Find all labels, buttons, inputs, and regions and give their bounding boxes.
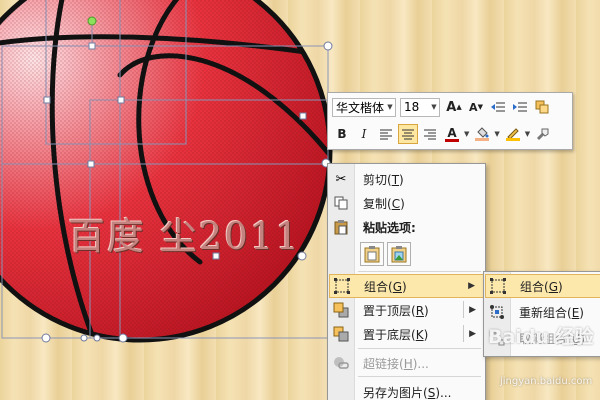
menu-item-ellipsis: ... (417, 356, 429, 371)
align-left-icon[interactable] (376, 124, 396, 144)
grow-font-icon[interactable]: A ▲ (444, 97, 464, 117)
chevron-down-icon[interactable]: ▼ (464, 130, 469, 138)
format-painter-icon[interactable] (533, 124, 553, 144)
menu-item-label: 超链接 (363, 356, 400, 371)
menu-item-label: 置于底层 (363, 327, 412, 342)
resize-handle (88, 42, 96, 50)
font-size-combo[interactable]: 18 ▼ (400, 97, 440, 117)
italic-button[interactable]: I (354, 124, 374, 144)
resize-handle (87, 160, 95, 168)
menu-accelerator: R (415, 303, 425, 318)
bold-button[interactable]: B (332, 124, 352, 144)
resize-handle (117, 96, 125, 104)
menu-accelerator: G (548, 279, 559, 294)
font-color-button[interactable]: A (442, 124, 462, 144)
resize-handle (118, 333, 128, 343)
font-size-value: 18 (404, 100, 420, 114)
slide-canvas[interactable]: 百度 尘2011 华文楷体 ▼ 18 ▼ A ▲ A ▼ B I A ▼ ▼ ▼… (0, 0, 600, 400)
resize-handle (43, 96, 51, 104)
outline-pen-icon[interactable] (503, 124, 523, 144)
mini-toolbar: 华文楷体 ▼ 18 ▼ A ▲ A ▼ B I A ▼ ▼ ▼ (327, 92, 573, 150)
decrease-indent-icon[interactable] (488, 97, 508, 117)
regroup-icon (485, 301, 509, 323)
font-color-label: A (447, 125, 457, 140)
chevron-down-icon[interactable]: ▼ (385, 103, 395, 111)
menu-item-label: 置于顶层 (363, 303, 412, 318)
save-picture-icon (329, 381, 353, 400)
menu-item-paste-options: 粘贴选项: (329, 215, 484, 239)
menu-item-ellipsis: ... (440, 385, 452, 400)
hyperlink-icon (329, 352, 353, 374)
menu-item-label: 组合 (364, 279, 389, 294)
menu-item-hyperlink: 超链接(H)... (329, 351, 484, 375)
fill-bucket-icon[interactable] (472, 124, 492, 144)
shrink-font-icon[interactable]: A ▼ (466, 97, 486, 117)
menu-item-label: 重新组合 (519, 305, 568, 320)
menu-separator (358, 376, 481, 377)
menu-item-send-to-back[interactable]: 置于底层(K) ▶ (329, 322, 484, 346)
clipboard-icon (329, 216, 353, 238)
menu-item-cut[interactable]: ✂ 剪切(T) (329, 167, 484, 191)
menu-item-copy[interactable]: 复制(C) (329, 191, 484, 215)
watermark-text: 百度 尘2011 (68, 215, 301, 258)
copy-icon (329, 192, 353, 214)
menu-item-save-as-picture[interactable]: 另存为图片(S)... (329, 380, 484, 400)
menu-item-group[interactable]: 组合(G) ▶ (329, 274, 484, 298)
menu-item-bring-to-front[interactable]: 置于顶层(R) ▶ (329, 298, 484, 322)
submenu-arrow-icon[interactable]: ▶ (469, 329, 476, 339)
font-name-combo[interactable]: 华文楷体 ▼ (332, 97, 396, 117)
submenu-item-regroup[interactable]: 重新组合(E) (485, 300, 600, 324)
split-divider (463, 325, 464, 342)
paste-keep-source-icon[interactable] (360, 242, 384, 266)
increase-indent-icon[interactable] (510, 97, 530, 117)
bold-label: B (337, 127, 347, 141)
submenu-arrow-icon[interactable]: ▶ (469, 305, 476, 315)
menu-separator (358, 271, 481, 272)
chevron-down-icon[interactable]: ▼ (494, 130, 499, 138)
submenu-arrow-icon: ▶ (468, 281, 475, 291)
send-to-back-icon (329, 323, 353, 345)
group-icon (330, 275, 354, 297)
baidu-jingyan-logo: Baidu 经验 (488, 326, 594, 348)
menu-accelerator: G (392, 279, 403, 294)
scissors-icon: ✂ (335, 171, 347, 187)
menu-accelerator: C (391, 196, 401, 211)
align-center-icon[interactable] (398, 124, 418, 144)
paste-as-picture-icon[interactable] (387, 242, 411, 266)
paste-options-label: 粘贴选项: (363, 220, 416, 235)
align-right-icon[interactable] (420, 124, 440, 144)
bring-to-front-icon (329, 299, 353, 321)
split-divider (463, 301, 464, 318)
resize-handle (323, 41, 333, 51)
submenu-item-group[interactable]: 组合(G) (485, 274, 600, 298)
context-menu: ✂ 剪切(T) 复制(C) 粘贴选项: 组合(G) ▶ 置于顶层(R) ▶ 置于… (327, 163, 486, 400)
menu-accelerator: T (391, 172, 400, 187)
shape-styles-icon[interactable] (532, 97, 552, 117)
resize-handle (41, 333, 51, 343)
resize-handle (80, 334, 88, 342)
resize-handle (93, 334, 101, 342)
chevron-down-icon[interactable]: ▼ (429, 103, 439, 111)
menu-accelerator: K (415, 327, 424, 342)
menu-accelerator: H (403, 356, 413, 371)
rotate-handle (87, 16, 97, 26)
menu-separator (358, 348, 481, 349)
menu-item-label: 另存为图片 (363, 385, 424, 400)
watermark-url: jingyan.baidu.com (500, 376, 593, 387)
menu-item-label: 剪切 (363, 172, 388, 187)
group-icon (486, 275, 510, 297)
menu-accelerator: E (571, 305, 580, 320)
resize-handle (299, 112, 307, 120)
font-name-value: 华文楷体 (336, 100, 385, 115)
menu-item-label: 组合 (520, 279, 545, 294)
chevron-down-icon[interactable]: ▼ (525, 130, 530, 138)
italic-label: I (361, 127, 367, 141)
menu-item-label: 复制 (363, 196, 388, 211)
menu-accelerator: S (427, 385, 436, 400)
